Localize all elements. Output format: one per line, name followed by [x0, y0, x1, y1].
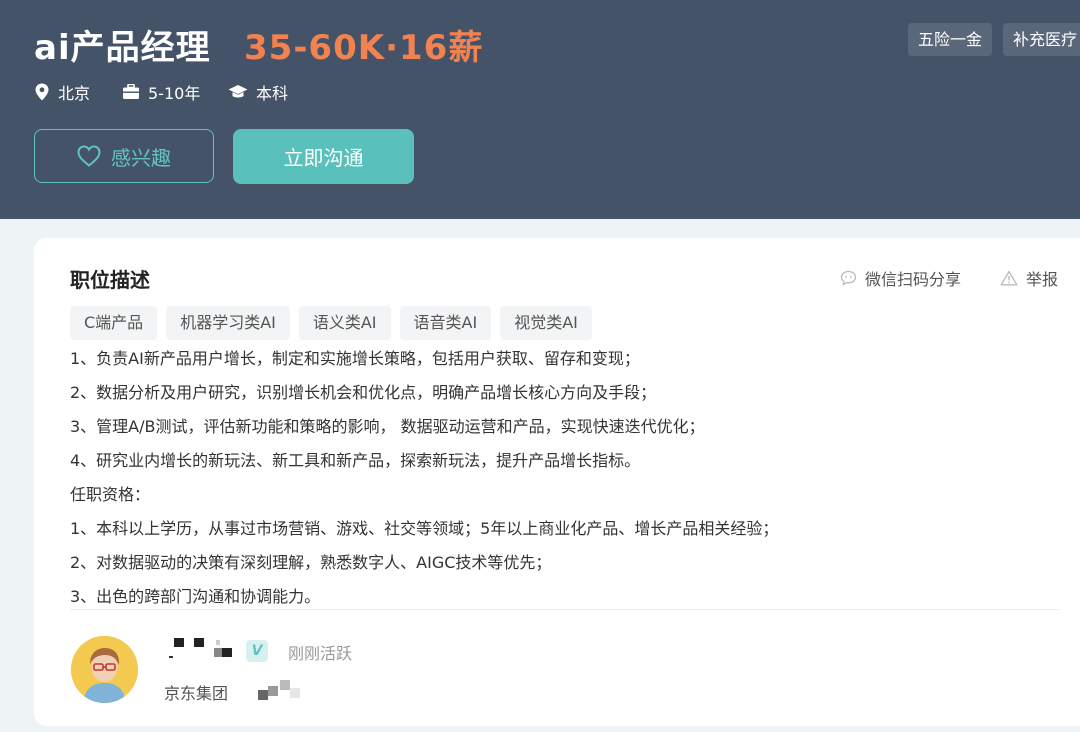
divider — [70, 609, 1059, 610]
warning-icon — [1000, 270, 1018, 286]
skill-tag: C端产品 — [70, 306, 158, 340]
job-degree-text: 本科 — [256, 84, 289, 103]
report-link[interactable]: 举报 — [1000, 266, 1058, 290]
job-description-text: 1、负责AI新产品用户增长，制定和实施增长策略，包括用户获取、留存和变现； 2、… — [70, 342, 1070, 614]
description-line: 4、研究业内增长的新玩法、新工具和新产品，探索新玩法，提升产品增长指标。 — [70, 451, 641, 470]
job-experience-text: 5-10年 — [148, 84, 201, 103]
description-line: 3、管理A/B测试，评估新功能和策略的影响， 数据驱动运营和产品，实现快速迭代优… — [70, 417, 705, 436]
description-line: 1、本科以上学历，从事过市场营销、游戏、社交等领域；5年以上商业化产品、增长产品… — [70, 519, 779, 538]
recruiter-name-redacted — [169, 638, 232, 658]
skill-tag: 语义类AI — [298, 306, 391, 340]
avatar-portrait-icon — [71, 636, 138, 703]
skill-tag: 语音类AI — [399, 306, 492, 340]
location-pin-icon — [35, 83, 49, 101]
heart-icon — [77, 145, 101, 167]
skill-tags: C端产品 机器学习类AI 语义类AI 语音类AI 视觉类AI — [70, 306, 601, 340]
job-city-text: 北京 — [58, 84, 91, 103]
skill-tag: 视觉类AI — [500, 306, 592, 340]
section-title: 职位描述 — [70, 268, 150, 292]
job-description-card: 职位描述 微信扫码分享 举报 C端产品 机器学习类AI 语义类AI 语音类AI … — [34, 238, 1080, 726]
job-city: 北京 — [34, 80, 90, 104]
description-line: 任职资格： — [70, 485, 151, 504]
wechat-share-link[interactable]: 微信扫码分享 — [840, 266, 961, 290]
description-line: 2、对数据驱动的决策有深刻理解，熟悉数字人、AIGC技术等优先； — [70, 553, 552, 572]
description-line: 2、数据分析及用户研究，识别增长机会和优化点，明确产品增长核心方向及手段； — [70, 383, 657, 402]
graduation-cap-icon — [228, 85, 248, 98]
job-degree: 本科 — [228, 80, 288, 104]
skill-tag: 机器学习类AI — [166, 306, 290, 340]
job-experience: 5-10年 — [122, 80, 200, 104]
welfare-tag: 补充医疗 — [1003, 23, 1080, 56]
wechat-share-label: 微信扫码分享 — [865, 270, 962, 289]
welfare-tag: 五险一金 — [908, 23, 993, 56]
interest-button[interactable]: 感兴趣 — [34, 129, 214, 183]
chat-now-button[interactable]: 立即沟通 — [233, 129, 414, 184]
verified-badge: V — [246, 640, 268, 662]
job-header: ai产品经理 35-60K·16薪 五险一金 补充医疗 北京 5-10年 本科 … — [0, 0, 1080, 219]
company-name: 京东集团 — [164, 684, 229, 703]
interest-button-label: 感兴趣 — [111, 145, 171, 170]
recruiter-title-redacted — [258, 680, 300, 700]
active-status: 刚刚活跃 — [288, 644, 353, 663]
report-label: 举报 — [1026, 270, 1059, 289]
briefcase-icon — [123, 84, 139, 99]
description-line: 1、负责AI新产品用户增长，制定和实施增长策略，包括用户获取、留存和变现； — [70, 349, 640, 368]
job-title: ai产品经理 — [34, 28, 211, 68]
chat-now-button-label: 立即沟通 — [283, 146, 364, 170]
chat-bubble-icon — [840, 270, 857, 286]
salary-range: 35-60K·16薪 — [244, 28, 484, 68]
recruiter-avatar[interactable] — [71, 636, 138, 703]
